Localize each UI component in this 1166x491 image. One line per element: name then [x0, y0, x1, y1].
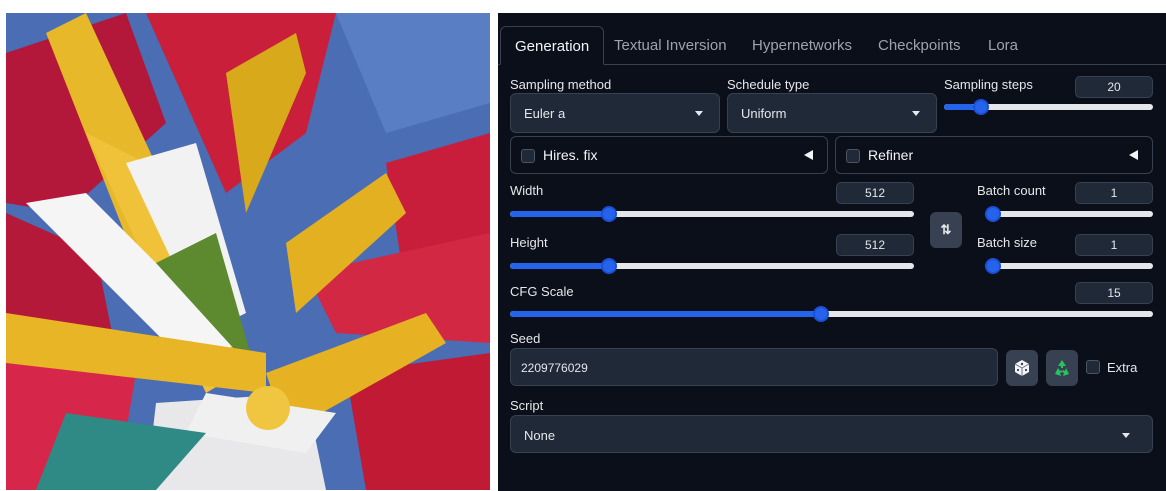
height-input[interactable]: 512 [836, 234, 914, 256]
hires-fix-checkbox[interactable] [521, 149, 535, 163]
extra-seed-checkbox[interactable] [1086, 360, 1100, 374]
cfg-scale-slider[interactable] [510, 306, 1153, 322]
collapse-triangle-icon[interactable] [804, 150, 813, 160]
sampling-steps-input[interactable]: 20 [1075, 76, 1153, 98]
tab-bar: Generation Textual Inversion Hypernetwor… [498, 13, 1166, 65]
hires-fix-label: Hires. fix [543, 147, 598, 163]
slider-thumb[interactable] [972, 99, 989, 115]
batch-size-label: Batch size [977, 235, 1037, 250]
slider-thumb[interactable] [985, 258, 1001, 274]
width-label: Width [510, 183, 544, 198]
tab-textual-inversion[interactable]: Textual Inversion [600, 26, 741, 65]
chevron-down-icon [1122, 433, 1130, 438]
recycle-icon [1055, 360, 1069, 376]
app-root: Generation Textual Inversion Hypernetwor… [0, 0, 1166, 491]
cfg-scale-input[interactable]: 15 [1075, 282, 1153, 304]
cfg-scale-label: CFG Scale [510, 284, 574, 299]
height-label: Height [510, 235, 548, 250]
schedule-type-dropdown[interactable]: Uniform [727, 93, 937, 133]
batch-count-label: Batch count [977, 183, 1046, 198]
refiner-accordion[interactable]: Refiner [835, 136, 1153, 174]
seed-value: 2209776029 [521, 361, 588, 375]
tab-lora[interactable]: Lora [974, 26, 1032, 65]
tab-generation[interactable]: Generation [500, 26, 605, 65]
extra-label: Extra [1107, 360, 1138, 375]
generated-image[interactable] [6, 13, 490, 490]
schedule-type-label: Schedule type [727, 77, 810, 92]
embroidery-artwork [6, 13, 490, 490]
script-dropdown[interactable]: None [510, 415, 1153, 453]
sampling-steps-slider[interactable] [944, 99, 1153, 115]
hires-fix-accordion[interactable]: Hires. fix [510, 136, 828, 174]
batch-size-slider[interactable] [985, 258, 1153, 274]
chevron-down-icon [695, 111, 703, 116]
batch-size-input[interactable]: 1 [1075, 234, 1153, 256]
slider-thumb[interactable] [985, 206, 1001, 222]
seed-input[interactable]: 2209776029 [510, 348, 998, 386]
collapse-triangle-icon[interactable] [1129, 150, 1138, 160]
tab-hypernetworks[interactable]: Hypernetworks [738, 26, 866, 65]
sampling-method-dropdown[interactable]: Euler a [510, 93, 720, 133]
slider-thumb[interactable] [601, 258, 618, 274]
generation-settings-panel: Generation Textual Inversion Hypernetwor… [498, 13, 1166, 491]
slider-thumb[interactable] [812, 306, 829, 322]
slider-thumb[interactable] [601, 206, 618, 222]
width-input[interactable]: 512 [836, 182, 914, 204]
seed-label: Seed [510, 331, 541, 346]
schedule-type-value: Uniform [741, 106, 787, 121]
script-label: Script [510, 398, 544, 413]
refiner-checkbox[interactable] [846, 149, 860, 163]
chevron-down-icon [912, 111, 920, 116]
sampling-method-label: Sampling method [510, 77, 612, 92]
batch-count-input[interactable]: 1 [1075, 182, 1153, 204]
refiner-label: Refiner [868, 147, 914, 163]
height-slider[interactable] [510, 258, 914, 274]
reuse-seed-button[interactable] [1046, 350, 1078, 386]
sampling-steps-label: Sampling steps [944, 77, 1033, 92]
sampling-method-value: Euler a [524, 106, 566, 121]
tab-checkpoints[interactable]: Checkpoints [864, 26, 975, 65]
script-value: None [524, 428, 556, 443]
swap-dimensions-button[interactable]: ⇅ [930, 212, 962, 248]
random-seed-button[interactable] [1006, 350, 1038, 386]
dice-icon [1014, 360, 1030, 376]
width-slider[interactable] [510, 206, 914, 222]
batch-count-slider[interactable] [985, 206, 1153, 222]
